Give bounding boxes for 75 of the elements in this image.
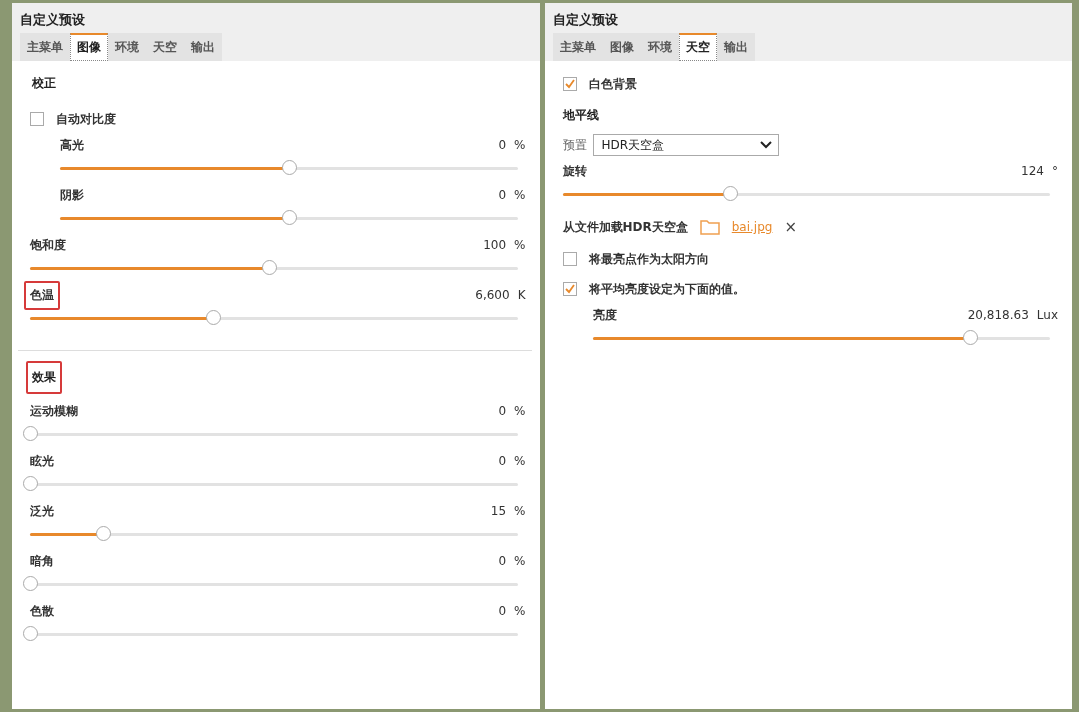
slider-value: 6,600 (475, 288, 510, 302)
tab[interactable]: 图像 (602, 33, 641, 61)
panel-title: 自定义预设 (20, 11, 86, 29)
field-label: 预置 (562, 136, 587, 154)
slider-thumb[interactable] (261, 259, 277, 275)
tab[interactable]: 环境 (108, 33, 146, 61)
slider-label: 高光 (60, 136, 84, 154)
slider-label: 饱和度 (30, 236, 66, 254)
slider-value: 0 (498, 604, 507, 618)
slider-thumb[interactable] (96, 525, 112, 541)
slider-label: 亮度 (592, 306, 617, 324)
unit-label: K (517, 288, 526, 302)
checkbox-label: 白色背景 (588, 75, 637, 93)
tab[interactable]: 天空 (678, 33, 717, 61)
section-heading: 效果 (26, 361, 62, 394)
unit-label: % (514, 554, 526, 568)
slider-thumb[interactable] (23, 625, 38, 641)
folder-icon[interactable] (699, 219, 720, 235)
slider-thumb[interactable] (722, 185, 738, 201)
unit-label: % (514, 238, 526, 252)
slider-value: 100 (483, 238, 507, 252)
checkbox-label: 自动对比度 (56, 110, 116, 128)
checkbox[interactable] (562, 77, 577, 91)
tab[interactable]: 主菜单 (20, 33, 70, 61)
slider-label: 旋转 (562, 162, 587, 180)
checkbox[interactable] (562, 282, 577, 296)
unit-label: % (514, 454, 526, 468)
unit-label: % (514, 188, 526, 202)
checkbox-label: 将平均亮度设定为下面的值。 (588, 280, 745, 298)
slider-thumb[interactable] (281, 209, 297, 225)
file-label: 从文件加载HDR天空盒 (562, 218, 688, 236)
slider-thumb[interactable] (281, 159, 297, 175)
check-icon (563, 283, 576, 295)
clear-button[interactable]: × (784, 218, 797, 236)
slider-value: 0 (498, 404, 507, 418)
unit-label: % (514, 404, 526, 418)
tab[interactable]: 输出 (184, 33, 222, 61)
slider-value: 0 (498, 188, 507, 202)
check-icon (563, 78, 576, 90)
slider-thumb[interactable] (23, 475, 38, 491)
unit-label: Lux (1036, 308, 1058, 322)
slider-label: 运动模糊 (30, 402, 78, 420)
preset-dropdown[interactable]: HDR天空盒 (592, 134, 779, 156)
unit-label: % (514, 504, 526, 518)
checkbox-label: 将最亮点作为太阳方向 (588, 250, 709, 268)
section-heading: 校正 (31, 75, 57, 92)
slider-label: 泛光 (30, 502, 54, 520)
slider-value: 20,818.63 (967, 308, 1029, 322)
tab[interactable]: 输出 (716, 33, 755, 61)
slider-label: 阴影 (60, 186, 84, 204)
unit-label: ° (1052, 164, 1058, 178)
unit-label: % (514, 604, 526, 618)
section-heading: 地平线 (562, 107, 600, 124)
slider-label: 色温 (24, 280, 60, 310)
tab[interactable]: 天空 (146, 33, 184, 61)
slider-label: 暗角 (30, 552, 54, 570)
slider-value: 124 (1021, 164, 1044, 178)
slider-value: 0 (498, 554, 507, 568)
chevron-down-icon (759, 141, 772, 149)
slider-thumb[interactable] (963, 329, 979, 345)
slider-thumb[interactable] (23, 575, 38, 591)
slider-thumb[interactable] (23, 425, 38, 441)
checkbox[interactable] (562, 252, 577, 266)
checkbox[interactable] (30, 112, 44, 126)
slider-label: 色散 (30, 602, 54, 620)
tab[interactable]: 环境 (640, 33, 679, 61)
slider-label: 眩光 (30, 452, 54, 470)
unit-label: % (514, 138, 526, 152)
tab[interactable]: 主菜单 (552, 33, 603, 61)
slider-value: 15 (490, 504, 507, 518)
slider-value: 0 (498, 138, 507, 152)
tab[interactable]: 图像 (70, 33, 108, 61)
panel-title: 自定义预设 (552, 11, 619, 29)
slider-value: 0 (498, 454, 507, 468)
slider-thumb[interactable] (205, 309, 221, 325)
